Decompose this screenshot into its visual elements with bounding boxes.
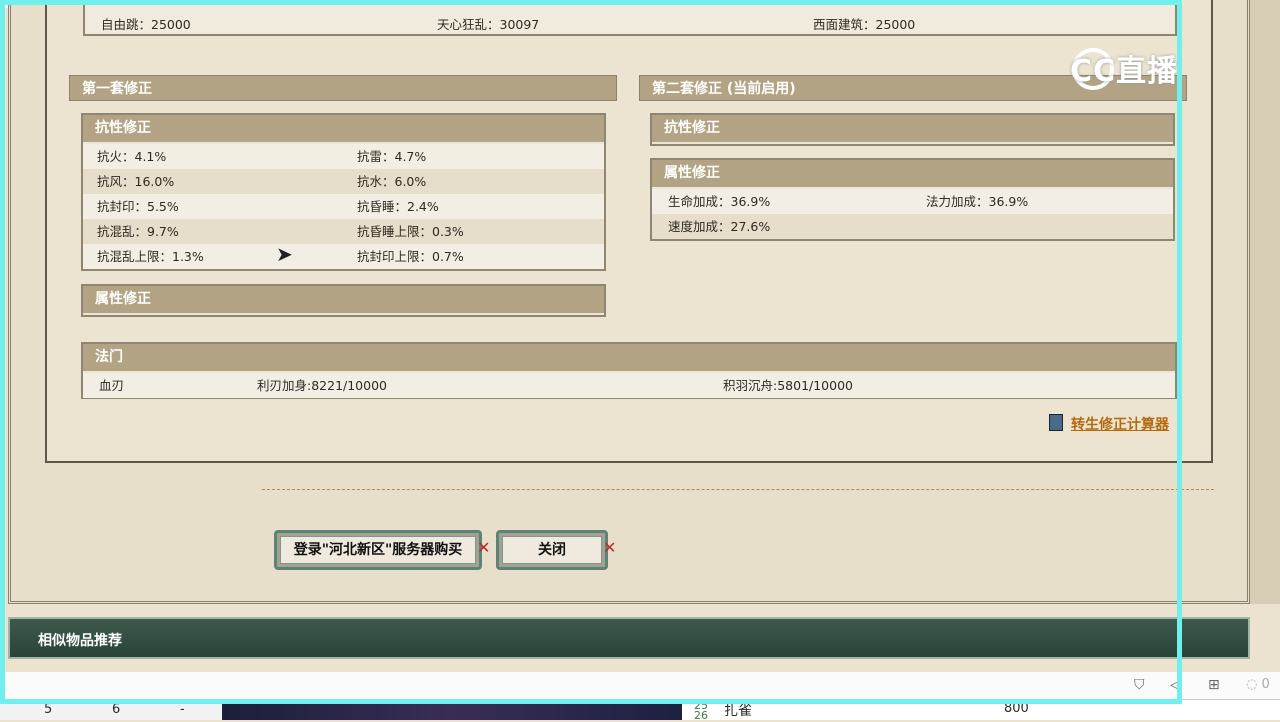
second-set-resistance-panel: 抗性修正 xyxy=(650,113,1175,146)
resist-cell: 抗混乱上限：1.3% xyxy=(97,249,204,264)
attr-cell: 法力加成：36.9% xyxy=(926,194,1029,209)
recommend-bar: 相似物品推荐 xyxy=(8,617,1250,659)
attr-cell: 速度加成：27.6% xyxy=(668,219,771,234)
table-row: 抗混乱：9.7% 抗昏睡上限：0.3% xyxy=(83,219,604,244)
close-button-label: 关闭 xyxy=(502,536,602,564)
sheet-text: 扎雀 xyxy=(724,703,752,719)
resist-cell: 抗水：6.0% xyxy=(357,174,427,189)
first-set-title: 第一套修正 xyxy=(69,75,617,101)
login-buy-button-label: 登录"河北新区"服务器购买 xyxy=(280,536,476,564)
second-set-attribute-panel: 属性修正 生命加成：36.9% 法力加成：36.9% 速度加成：27.6% xyxy=(650,158,1175,241)
prev-panel-right: 西面建筑：25000 xyxy=(813,17,916,32)
sheet-cell: - xyxy=(180,702,185,717)
sheet-cell: 6 xyxy=(112,702,121,717)
sheet-value: 800 xyxy=(1004,701,1029,716)
table-row: 抗混乱上限：1.3% 抗封印上限：0.7% xyxy=(83,244,604,269)
fa-men-panel: 法门 血刃 利刃加身:8221/10000 积羽沉舟:5801/10000 xyxy=(81,342,1177,399)
second-set-attribute-title: 属性修正 xyxy=(652,160,1173,189)
sheet-cell: 5 xyxy=(44,702,53,717)
table-row: 生命加成：36.9% 法力加成：36.9% xyxy=(652,189,1173,214)
resist-cell: 抗风：16.0% xyxy=(97,174,175,189)
calculator-icon xyxy=(1049,414,1063,431)
close-mark-icon: ✕ xyxy=(477,538,491,557)
second-set-resistance-title: 抗性修正 xyxy=(652,115,1173,144)
fa-men-item: 血刃 xyxy=(99,378,125,393)
prev-panel-middle: 天心狂乱：30097 xyxy=(437,17,540,32)
fa-men-item: 利刃加身:8221/10000 xyxy=(257,378,387,393)
first-set-attribute-panel: 属性修正 xyxy=(81,284,606,317)
spreadsheet-strip: 25 26 扎雀 800 xyxy=(682,699,1280,722)
resist-cell: 抗混乱：9.7% xyxy=(97,224,179,239)
fa-men-item: 积羽沉舟:5801/10000 xyxy=(723,378,853,393)
calculator-link-label: 转生修正计算器 xyxy=(1071,417,1169,433)
resist-cell: 抗火：4.1% xyxy=(97,149,167,164)
first-set-resistance-rows: 抗火：4.1% 抗雷：4.7% 抗风：16.0% 抗水：6.0% 抗封印：5.5… xyxy=(83,144,604,269)
login-buy-button[interactable]: 登录"河北新区"服务器购买 xyxy=(274,530,482,570)
resist-cell: 抗昏睡上限：0.3% xyxy=(357,224,464,239)
resist-cell: 抗封印：5.5% xyxy=(97,199,179,214)
recommend-title: 相似物品推荐 xyxy=(38,633,122,649)
prev-panel-left: 自由跳：25000 xyxy=(101,17,191,32)
prev-panel: 自由跳：25000 天心狂乱：30097 西面建筑：25000 xyxy=(83,0,1177,36)
browser-status-bar: ⛉ ◁ ⊞ ◌ 0 xyxy=(0,672,1280,699)
speaker-icon[interactable]: ◁ xyxy=(1170,677,1181,693)
fa-men-title: 法门 xyxy=(83,344,1175,373)
shield-icon[interactable]: ⛉ xyxy=(1134,677,1145,693)
right-decoration xyxy=(1250,0,1280,604)
fa-men-row: 血刃 利刃加身:8221/10000 积羽沉舟:5801/10000 xyxy=(83,373,1175,398)
attr-cell: 生命加成：36.9% xyxy=(668,194,771,209)
table-row: 速度加成：27.6% xyxy=(652,214,1173,239)
close-mark-icon: ✕ xyxy=(603,538,617,557)
sheet-row-number: 26 xyxy=(694,709,708,722)
resist-cell: 抗雷：4.7% xyxy=(357,149,427,164)
mouse-cursor-icon: ➤ xyxy=(276,242,293,266)
window-icon[interactable]: ⊞ xyxy=(1208,677,1220,693)
first-set-resistance-title: 抗性修正 xyxy=(83,115,604,144)
counter-icon: ◌ 0 xyxy=(1246,677,1270,692)
second-set-attribute-rows: 生命加成：36.9% 法力加成：36.9% 速度加成：27.6% xyxy=(652,189,1173,239)
table-row: 抗火：4.1% 抗雷：4.7% xyxy=(83,144,604,169)
game-thumbnail xyxy=(222,699,682,720)
divider xyxy=(262,489,1214,490)
resist-cell: 抗封印上限：0.7% xyxy=(357,249,464,264)
close-button[interactable]: 关闭 xyxy=(496,530,608,570)
resist-cell: 抗昏睡：2.4% xyxy=(357,199,439,214)
calculator-link[interactable]: 转生修正计算器 xyxy=(1049,414,1169,434)
cc-live-logo: CC直播 xyxy=(1070,54,1179,89)
first-set-resistance-panel: 抗性修正 抗火：4.1% 抗雷：4.7% 抗风：16.0% 抗水：6.0% 抗封… xyxy=(81,113,606,271)
table-row: 抗风：16.0% 抗水：6.0% xyxy=(83,169,604,194)
first-set-attribute-title: 属性修正 xyxy=(83,286,604,315)
table-row: 抗封印：5.5% 抗昏睡：2.4% xyxy=(83,194,604,219)
